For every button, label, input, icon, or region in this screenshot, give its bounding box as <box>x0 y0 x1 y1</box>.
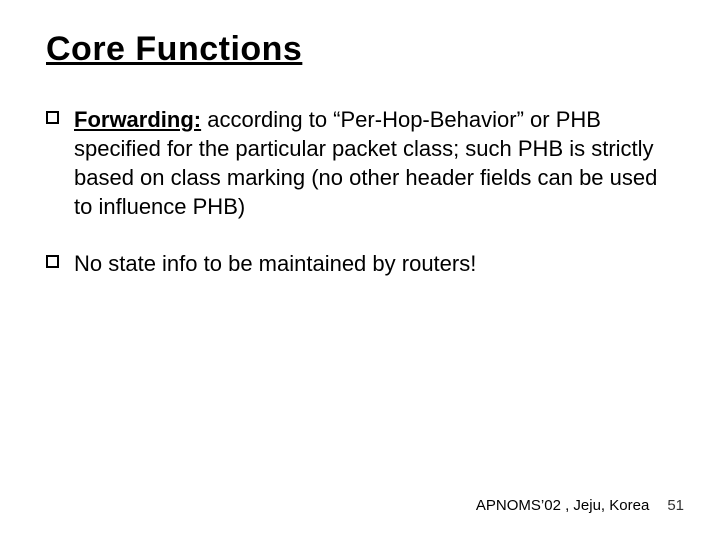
square-bullet-icon <box>46 111 59 124</box>
bullet-lead: Forwarding: <box>74 107 201 132</box>
slide: Core Functions Forwarding: according to … <box>0 0 720 540</box>
bullet-text: No state info to be maintained by router… <box>74 251 476 276</box>
footer: APNOMS’02 , Jeju, Korea 51 <box>476 497 684 514</box>
footer-page-number: 51 <box>667 497 684 514</box>
square-bullet-icon <box>46 255 59 268</box>
slide-title: Core Functions <box>46 30 674 69</box>
bullet-item: No state info to be maintained by router… <box>46 249 674 278</box>
bullet-item: Forwarding: according to “Per-Hop-Behavi… <box>46 105 674 221</box>
bullet-list: Forwarding: according to “Per-Hop-Behavi… <box>46 105 674 278</box>
footer-location: APNOMS’02 , Jeju, Korea <box>476 497 649 514</box>
